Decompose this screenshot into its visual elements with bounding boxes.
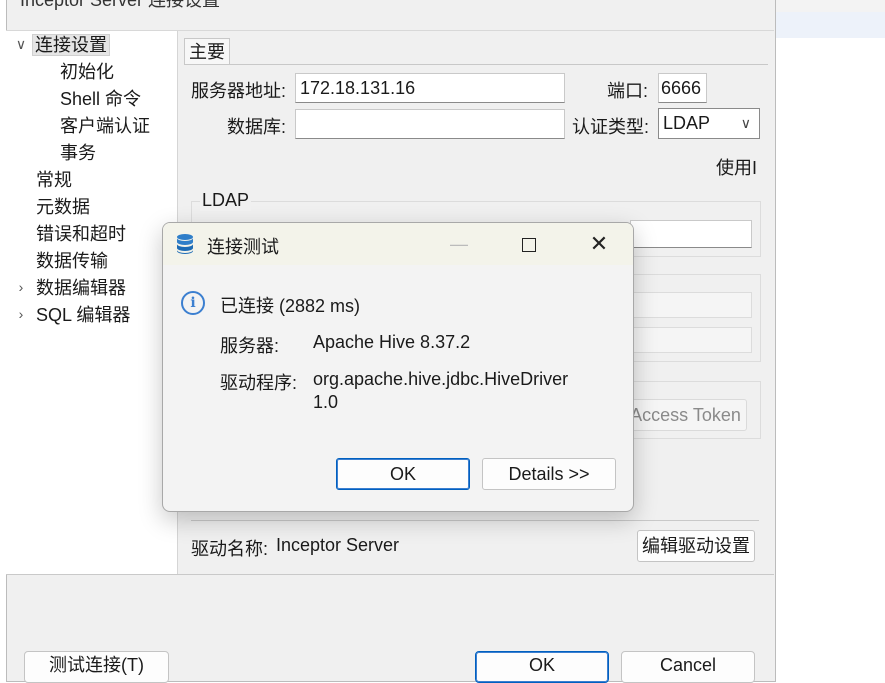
tree-item-label: 数据传输 [36, 251, 108, 271]
tab-main[interactable]: 主要 [184, 38, 230, 65]
chevron-down-icon: ∨ [740, 115, 751, 131]
tree-item-errors-timeouts[interactable]: 错误和超时 [36, 222, 126, 246]
settings-tree: ∨ 连接设置 初始化 Shell 命令 客户端认证 事务 常规 元数据 错误和超… [6, 31, 178, 574]
driver-value: org.apache.hive.jdbc.HiveDriver [313, 369, 569, 389]
password-input[interactable] [630, 327, 752, 353]
auth-type-select[interactable]: LDAP ∨ [658, 108, 760, 139]
database-icon [177, 234, 193, 254]
server-value: Apache Hive 8.37.2 [313, 332, 471, 352]
auth-type-value: LDAP [663, 113, 711, 133]
tree-item-data-editor[interactable]: 数据编辑器 [36, 276, 126, 300]
database-input[interactable] [295, 109, 565, 139]
bottom-divider [6, 574, 774, 575]
close-icon[interactable]: ✕ [579, 229, 619, 259]
tree-item-label: 事务 [60, 143, 96, 163]
background-area [774, 0, 885, 665]
details-button[interactable]: Details >> [482, 458, 616, 490]
chevron-down-icon[interactable]: ∨ [14, 36, 28, 53]
access-token-button[interactable]: Access Token [624, 399, 747, 431]
test-connection-button[interactable]: 测试连接(T) [24, 651, 169, 683]
ldap-input[interactable] [630, 220, 752, 248]
driver-name-label: 驱动名称: [191, 539, 269, 559]
use-text: 使用I [716, 158, 758, 178]
edit-driver-settings-button[interactable]: 编辑驱动设置 [637, 530, 755, 562]
tree-item-label: 客户端认证 [60, 116, 150, 136]
minimize-icon[interactable]: — [439, 229, 479, 259]
background-band-highlight [774, 12, 885, 38]
tree-item-client-auth[interactable]: 客户端认证 [60, 114, 150, 138]
tree-item-init[interactable]: 初始化 [60, 60, 114, 84]
tab-divider [184, 64, 768, 65]
chevron-right-icon[interactable]: › [14, 306, 28, 322]
tree-item-label: 错误和超时 [36, 224, 126, 244]
info-icon: i [181, 291, 205, 315]
server-address-input[interactable]: 172.18.131.16 [295, 73, 565, 103]
tree-item-label: SQL 编辑器 [36, 305, 131, 325]
tree-item-shell-command[interactable]: Shell 命令 [60, 87, 141, 111]
cancel-button[interactable]: Cancel [621, 651, 755, 683]
tree-item-label: 元数据 [36, 197, 90, 217]
tree-item-label: 连接设置 [32, 34, 110, 56]
port-label: 端口: [607, 81, 649, 101]
tree-item-connection-settings[interactable]: 连接设置 [32, 33, 110, 57]
tree-item-transaction[interactable]: 事务 [60, 141, 96, 165]
driver-label: 驱动程序: [220, 373, 298, 393]
dialog-title: 连接测试 [207, 237, 279, 257]
window-title: Inceptor Server 连接设置 [20, 0, 221, 10]
maximize-icon[interactable] [509, 229, 549, 259]
ldap-group-title: LDAP [200, 190, 252, 211]
driver-divider [191, 520, 759, 521]
user-input[interactable] [630, 292, 752, 318]
dialog-ok-button[interactable]: OK [336, 458, 470, 490]
connection-test-dialog: 连接测试 — ✕ i 已连接 (2882 ms) 服务器: Apache Hiv… [162, 222, 634, 512]
chevron-right-icon[interactable]: › [14, 279, 28, 295]
server-label: 服务器: [220, 336, 280, 356]
background-band [774, 0, 885, 12]
dialog-title-bar: 连接测试 — ✕ [163, 223, 633, 265]
tree-item-data-transfer[interactable]: 数据传输 [36, 249, 108, 273]
database-label: 数据库: [227, 117, 287, 137]
auth-type-label: 认证类型: [572, 117, 650, 137]
tree-item-label: 常规 [36, 170, 72, 190]
server-address-label: 服务器地址: [191, 81, 287, 101]
tree-item-label: 初始化 [60, 62, 114, 82]
port-input[interactable]: 6666 [658, 73, 707, 103]
tree-item-metadata[interactable]: 元数据 [36, 195, 90, 219]
driver-name-value: Inceptor Server [276, 535, 400, 555]
driver-version: 1.0 [313, 392, 339, 412]
connection-status: 已连接 (2882 ms) [220, 296, 361, 316]
tree-item-sql-editor[interactable]: SQL 编辑器 [36, 303, 130, 327]
ok-button[interactable]: OK [475, 651, 609, 683]
tree-item-general[interactable]: 常规 [36, 168, 72, 192]
tree-item-label: Shell 命令 [60, 89, 142, 109]
tree-item-label: 数据编辑器 [36, 278, 126, 298]
